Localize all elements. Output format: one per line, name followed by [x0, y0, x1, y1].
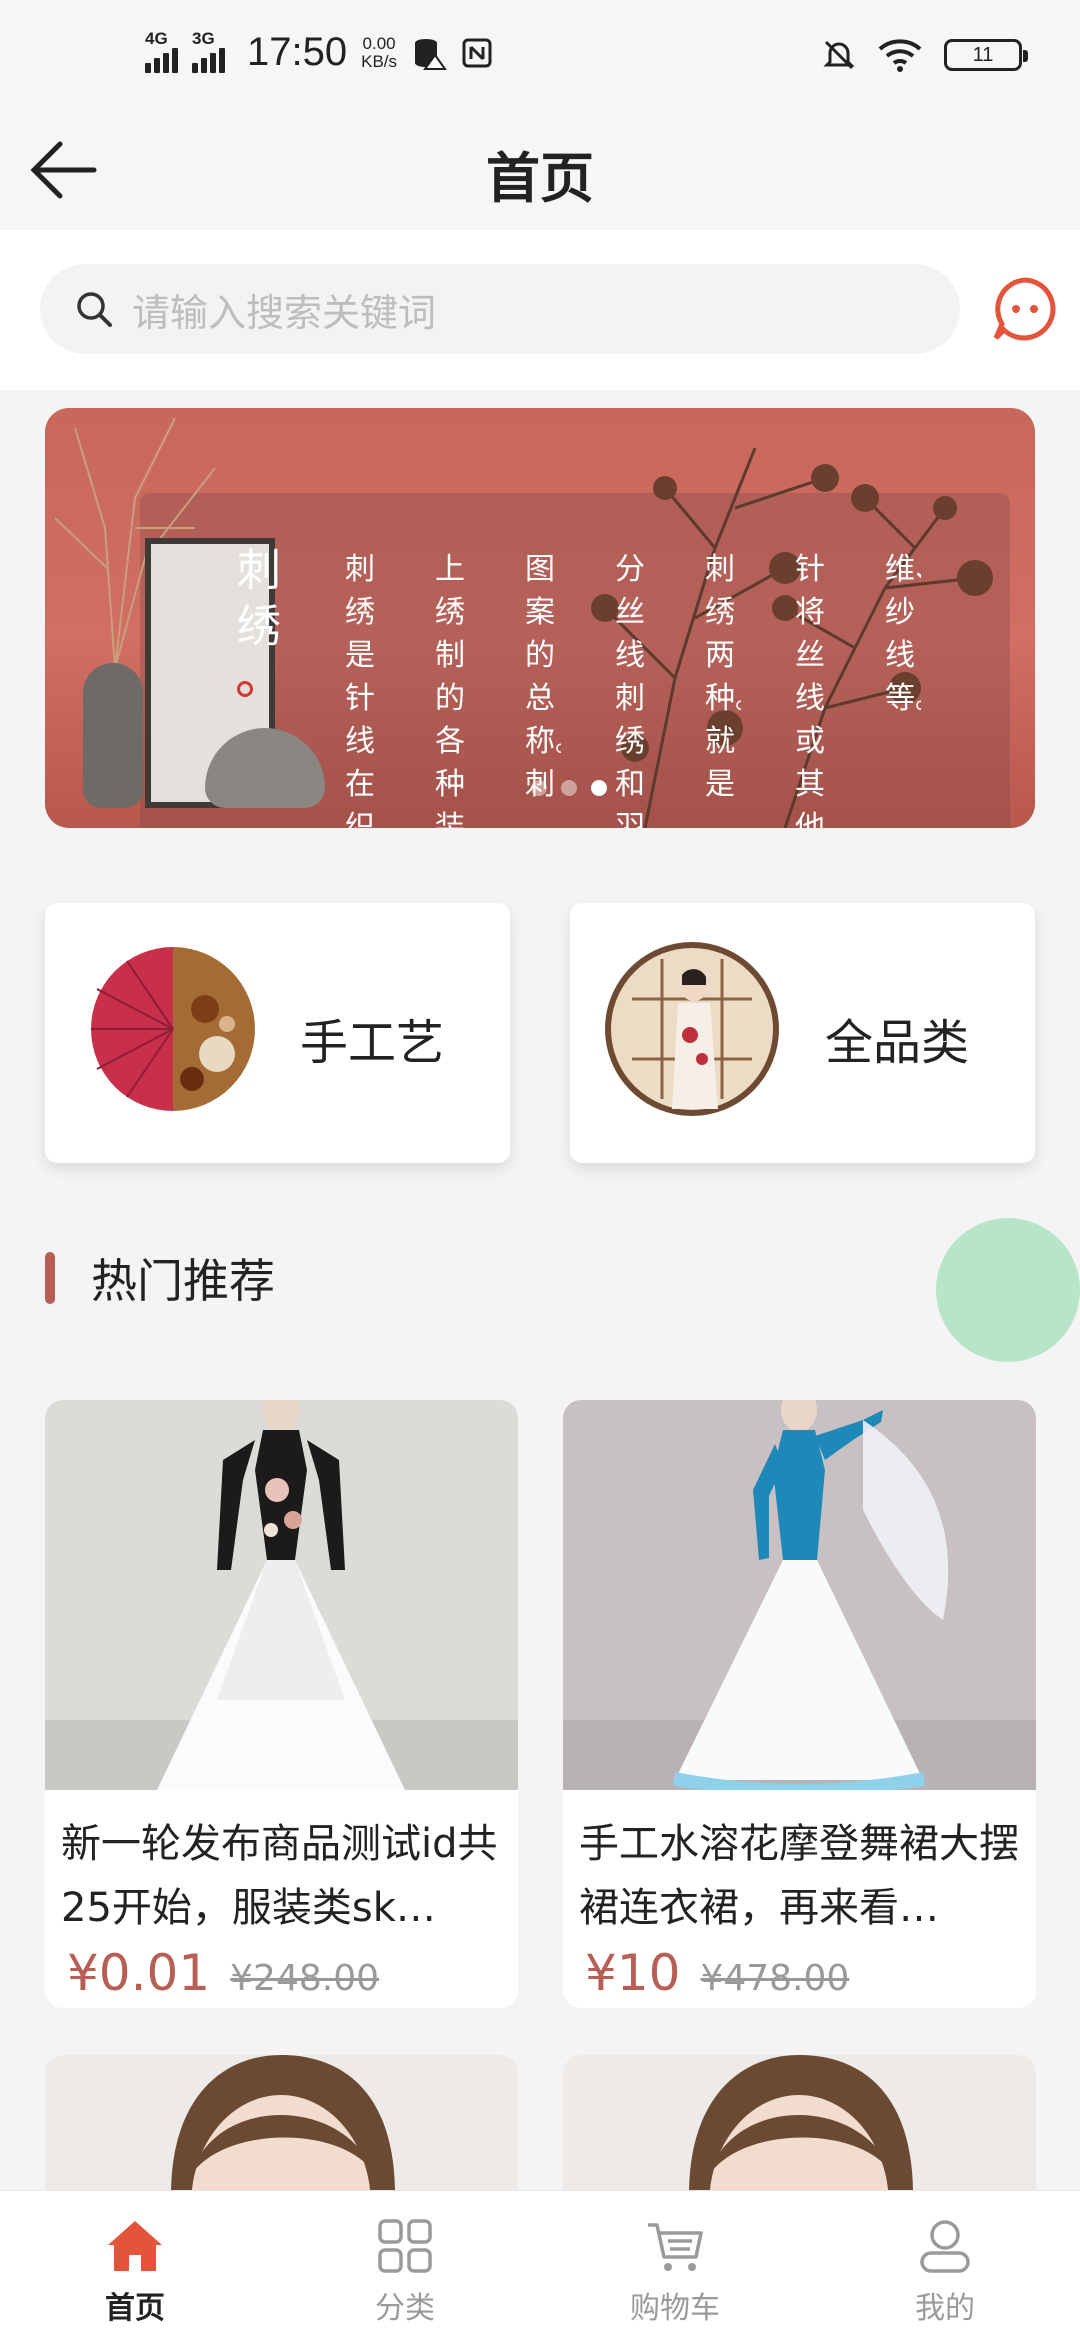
tab-home[interactable]: 首页 — [0, 2191, 270, 2340]
category-label: 全品类 — [825, 1015, 970, 1071]
product-image-dress-black — [45, 1400, 518, 1790]
carousel-dot[interactable] — [531, 780, 547, 796]
folding-fan-icon — [91, 947, 255, 1111]
carousel-dot-active[interactable] — [591, 780, 607, 796]
product-card[interactable]: 新一轮发布商品测试id共25开始，服装类sk… ¥0.01 ¥248.00 — [45, 1400, 518, 2008]
data-saver-icon — [415, 38, 447, 70]
status-bar: 4G 3G 17:50 0.00 KB/s 11 — [0, 0, 1080, 110]
banner-text: 刺绣是针线在织 上绣制的各种装 图案的总称。刺 分丝线刺绣和羽 刺绣两种。就是 … — [345, 552, 921, 828]
search-icon — [77, 292, 112, 327]
product-card[interactable]: 手工水溶花摩登舞裙大摆裙连衣裙，再来看… ¥10 ¥478.00 — [563, 1400, 1036, 2008]
clock: 17:50 — [247, 30, 348, 74]
network-speed: 0.00 KB/s — [361, 33, 398, 71]
carousel-dot[interactable] — [561, 780, 577, 796]
nav-bar: 首页 — [0, 110, 1080, 230]
message-chat-icon[interactable] — [992, 276, 1058, 342]
tab-category[interactable]: 分类 — [270, 2191, 540, 2340]
cart-icon — [648, 2223, 703, 2271]
grid-icon — [378, 2219, 432, 2273]
signal-3g-icon: 3G — [192, 29, 225, 73]
section-title: 热门推荐 — [91, 1254, 275, 1308]
tab-cart[interactable]: 购物车 — [540, 2191, 810, 2340]
category-card-handicraft[interactable]: 手工艺 — [45, 903, 510, 1163]
search-placeholder: 请输入搜索关键词 — [132, 290, 437, 335]
product-price: ¥0.01 — [67, 1944, 211, 2002]
page-title: 首页 — [486, 146, 594, 210]
floating-action-button[interactable] — [936, 1218, 1080, 1362]
search-input[interactable]: 请输入搜索关键词 — [40, 264, 960, 354]
product-name: 手工水溶花摩登舞裙大摆裙连衣裙，再来看… — [579, 1821, 1019, 1931]
product-image-dress-blue — [563, 1400, 1036, 1795]
product-price: ¥10 — [585, 1944, 681, 2002]
signal-4g-icon: 4G — [145, 29, 178, 73]
wifi-icon — [878, 39, 922, 72]
nfc-icon — [462, 38, 492, 67]
category-label: 手工艺 — [300, 1015, 445, 1071]
product-name: 新一轮发布商品测试id共25开始，服装类sk… — [61, 1821, 498, 1931]
section-hot-recommend: 热门推荐 — [45, 1245, 275, 1311]
banner-carousel[interactable]: 刺绣 刺绣是针线在织 上绣制的各种装 图案的总称。刺 分丝线刺绣和羽 刺绣两种。… — [45, 408, 1035, 828]
user-icon — [920, 2220, 970, 2273]
banner-title: 刺绣 — [237, 543, 287, 711]
bottom-tab-bar: 首页 分类 购物车 我的 — [0, 2190, 1080, 2340]
search-area: 请输入搜索关键词 — [0, 230, 1080, 390]
mute-bell-icon — [823, 40, 855, 70]
tab-profile[interactable]: 我的 — [810, 2191, 1080, 2340]
category-card-all[interactable]: 全品类 — [570, 903, 1035, 1163]
product-original-price: ¥248.00 — [230, 1958, 380, 1999]
battery-icon: 11 — [944, 39, 1028, 71]
vase-illustration — [83, 663, 143, 808]
carousel-dots — [531, 780, 607, 796]
product-original-price: ¥478.00 — [700, 1958, 850, 1999]
home-icon — [108, 2221, 162, 2271]
qipao-lady-icon — [605, 942, 779, 1116]
